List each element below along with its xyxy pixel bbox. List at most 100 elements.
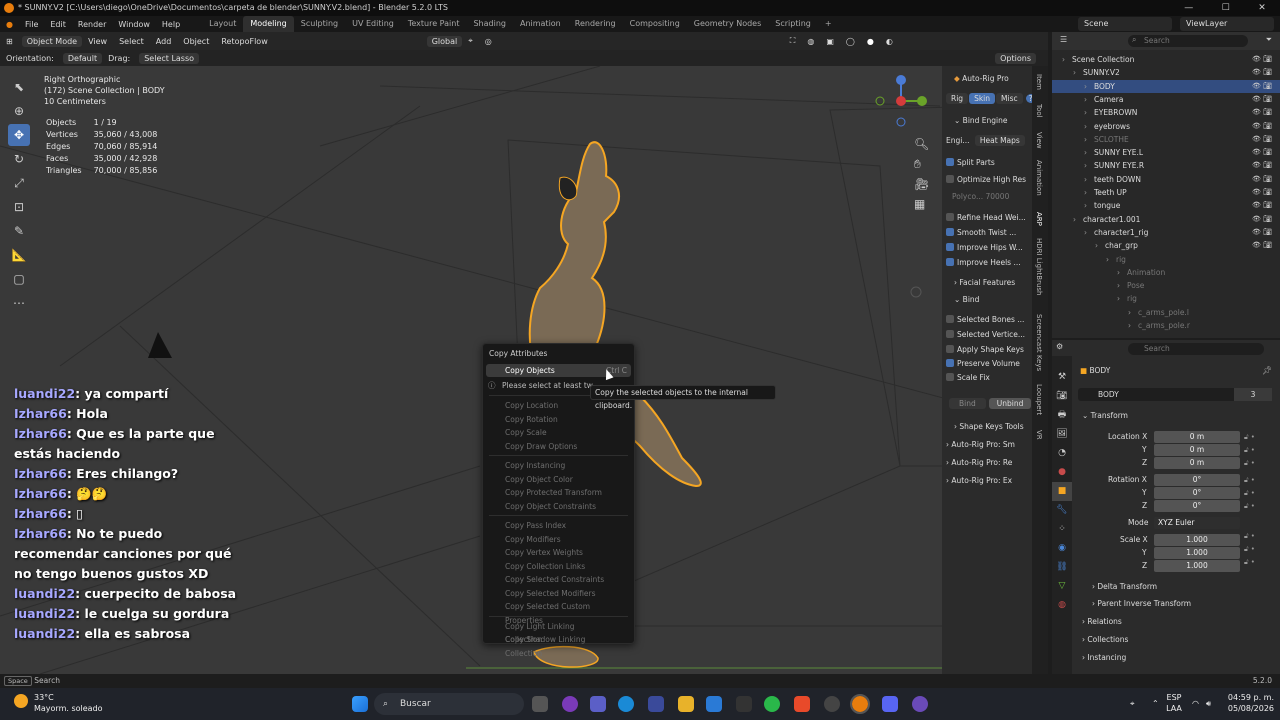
bind-button[interactable]: Bind xyxy=(949,398,986,409)
expand-arrow-icon[interactable]: › xyxy=(1084,80,1087,93)
outliner-type-icon[interactable]: ☰ xyxy=(1060,35,1067,44)
outliner-row[interactable]: › c_arms_pole.l xyxy=(1052,306,1280,319)
engine-selector[interactable]: Heat Maps xyxy=(974,135,1025,146)
copy-attribute-item[interactable]: Copy Light Linking Collection xyxy=(483,620,634,645)
move-tool-icon[interactable]: ✥ xyxy=(8,124,30,146)
whatsapp-icon[interactable] xyxy=(764,696,780,712)
outliner-row[interactable]: › eyebrows 👁︎ 📷︎ xyxy=(1052,120,1280,133)
copy-attribute-item[interactable]: Copy Selected Constraints xyxy=(483,573,634,587)
rotation-x-field[interactable]: 0° xyxy=(1154,474,1240,486)
location-y-field[interactable]: 0 m xyxy=(1154,444,1240,456)
tab-scripting[interactable]: Scripting xyxy=(768,16,818,32)
visibility-icon[interactable]: 👁︎ 📷︎ xyxy=(1252,80,1272,93)
lock-icon[interactable]: 🔓︎ • xyxy=(1244,457,1255,470)
smooth-twist-checkbox[interactable]: Smooth Twist ... xyxy=(946,226,1016,239)
add-cube-tool-icon[interactable]: ▢ xyxy=(8,268,30,290)
filter-icon[interactable]: ⏷ xyxy=(1266,35,1272,45)
arp-subpanel-sm[interactable]: › Auto-Rig Pro: Sm xyxy=(946,438,1015,451)
outliner-search-input[interactable]: Search xyxy=(1128,35,1248,47)
outliner-row[interactable]: › Teeth UP 👁︎ 📷︎ xyxy=(1052,186,1280,199)
split-parts-checkbox[interactable]: Split Parts xyxy=(946,156,995,169)
expand-arrow-icon[interactable]: › xyxy=(1084,93,1087,106)
unbind-button[interactable]: Unbind xyxy=(988,398,1032,409)
navigation-gizmo[interactable] xyxy=(868,70,936,130)
outliner-row[interactable]: › teeth DOWN 👁︎ 📷︎ xyxy=(1052,173,1280,186)
expand-arrow-icon[interactable]: › xyxy=(1062,53,1065,66)
lock-icon[interactable]: 🔓︎ • xyxy=(1244,474,1255,487)
grid-view-icon[interactable]: ▦ xyxy=(914,194,929,214)
scale-x-field[interactable]: 1.000 xyxy=(1154,534,1240,546)
expand-arrow-icon[interactable]: › xyxy=(1084,133,1087,146)
copy-attribute-item[interactable]: Copy Selected Custom Properties xyxy=(483,600,634,625)
outliner-row[interactable]: › SUNNY EYE.L 👁︎ 📷︎ xyxy=(1052,146,1280,159)
outliner-row[interactable]: › SUNNY.V2 👁︎ 📷︎ xyxy=(1052,66,1280,79)
editor-type-icon[interactable]: ⊞ xyxy=(0,37,19,46)
visibility-icon[interactable]: 👁︎ 📷︎ xyxy=(1252,239,1272,252)
expand-arrow-icon[interactable]: › xyxy=(1128,319,1131,332)
visibility-icon[interactable]: 👁︎ 📷︎ xyxy=(1252,106,1272,119)
lock-icon[interactable]: 🔓︎ • xyxy=(1244,444,1255,457)
github-icon[interactable] xyxy=(736,696,752,712)
edge-icon[interactable] xyxy=(618,696,634,712)
visibility-icon[interactable]: 👁︎ 📷︎ xyxy=(1252,226,1272,239)
extra-tool-icon[interactable]: ⋯ xyxy=(8,292,30,314)
app-icon[interactable] xyxy=(562,696,578,712)
overlay-toggle-icon[interactable]: ◍ xyxy=(801,37,820,46)
copy-attribute-item[interactable]: Copy Instancing xyxy=(483,459,634,473)
preserve-volume-checkbox[interactable]: Preserve Volume xyxy=(946,357,1020,370)
properties-type-icon[interactable]: ⚙ xyxy=(1056,342,1063,351)
world-tab-icon[interactable]: ● xyxy=(1052,463,1072,482)
modifier-tab-icon[interactable]: 🔧︎ xyxy=(1052,501,1072,520)
scale-y-field[interactable]: 1.000 xyxy=(1154,547,1240,559)
shading-solid-icon[interactable]: ● xyxy=(861,37,880,46)
menu-select[interactable]: Select xyxy=(113,37,150,46)
visibility-icon[interactable]: 👁︎ 📷︎ xyxy=(1252,213,1272,226)
outliner-row[interactable]: › SUNNY EYE.R 👁︎ 📷︎ xyxy=(1052,159,1280,172)
tab-compositing[interactable]: Compositing xyxy=(623,16,687,32)
menu-view[interactable]: View xyxy=(82,37,113,46)
shading-wireframe-icon[interactable]: ◯ xyxy=(840,37,861,46)
outliner-row[interactable]: › BODY 👁︎ 📷︎ xyxy=(1052,79,1280,93)
menu-edit[interactable]: Edit xyxy=(44,20,72,29)
obs-icon[interactable] xyxy=(824,696,840,712)
visibility-icon[interactable]: 👁︎ 📷︎ xyxy=(1252,199,1272,212)
outliner-row[interactable]: › tongue 👁︎ 📷︎ xyxy=(1052,199,1280,212)
copy-attribute-item[interactable]: Copy Vertex Weights xyxy=(483,546,634,560)
expand-arrow-icon[interactable]: › xyxy=(1095,239,1098,252)
object-tab-icon[interactable]: ■ xyxy=(1052,482,1072,501)
menu-retopoflow[interactable]: RetopoFlow xyxy=(215,37,273,46)
selected-vertices-checkbox[interactable]: Selected Vertice... xyxy=(946,328,1025,341)
blender-menu-icon[interactable]: ● xyxy=(0,20,19,29)
select-tool-icon[interactable]: ⬉ xyxy=(8,76,30,98)
tab-rig[interactable]: Rig xyxy=(946,93,969,104)
tab-uv-editing[interactable]: UV Editing xyxy=(345,16,401,32)
lock-icon[interactable]: 🔓︎ • xyxy=(1244,556,1255,569)
instancing-header[interactable]: › Instancing xyxy=(1082,653,1126,662)
sidebar-tab-tool[interactable]: Tool xyxy=(1035,104,1043,118)
improve-heels-checkbox[interactable]: Improve Heels ... xyxy=(946,256,1021,269)
expand-arrow-icon[interactable]: › xyxy=(1084,173,1087,186)
visibility-icon[interactable]: 👁︎ 📷︎ xyxy=(1252,93,1272,106)
tab-modeling[interactable]: Modeling xyxy=(243,16,294,32)
expand-arrow-icon[interactable]: › xyxy=(1084,106,1087,119)
snap-icon[interactable]: ⌖ xyxy=(462,36,479,46)
close-icon[interactable]: ✕ xyxy=(1258,0,1266,16)
file-explorer-icon[interactable] xyxy=(678,696,694,712)
brave-icon[interactable] xyxy=(794,696,810,712)
outliner-row[interactable]: › Animation xyxy=(1052,266,1280,279)
outliner-row[interactable]: › character1.001 👁︎ 📷︎ xyxy=(1052,213,1280,226)
minimize-icon[interactable]: — xyxy=(1184,0,1193,16)
rotation-z-field[interactable]: 0° xyxy=(1154,500,1240,512)
apply-shape-keys-checkbox[interactable]: Apply Shape Keys xyxy=(946,343,1024,356)
outliner-row[interactable]: › c_arms_pole.r xyxy=(1052,319,1280,332)
bind-engine-header[interactable]: ⌄ Bind Engine xyxy=(954,114,1008,127)
expand-arrow-icon[interactable]: › xyxy=(1117,279,1120,292)
copy-attribute-item[interactable]: Copy Shadow Linking Collection xyxy=(483,633,634,658)
visibility-icon[interactable]: 👁︎ 📷︎ xyxy=(1252,53,1272,66)
outliner-row[interactable]: › Scene Collection 👁︎ 📷︎ xyxy=(1052,53,1280,66)
copy-attribute-item[interactable]: Copy Draw Options xyxy=(483,440,634,454)
users-count[interactable]: 3 xyxy=(1234,388,1272,401)
visibility-icon[interactable]: 👁︎ 📷︎ xyxy=(1252,66,1272,79)
sidebar-tab-looupert[interactable]: Looupert xyxy=(1035,384,1043,415)
taskbar-search[interactable]: ⌕ Buscar xyxy=(374,693,524,715)
